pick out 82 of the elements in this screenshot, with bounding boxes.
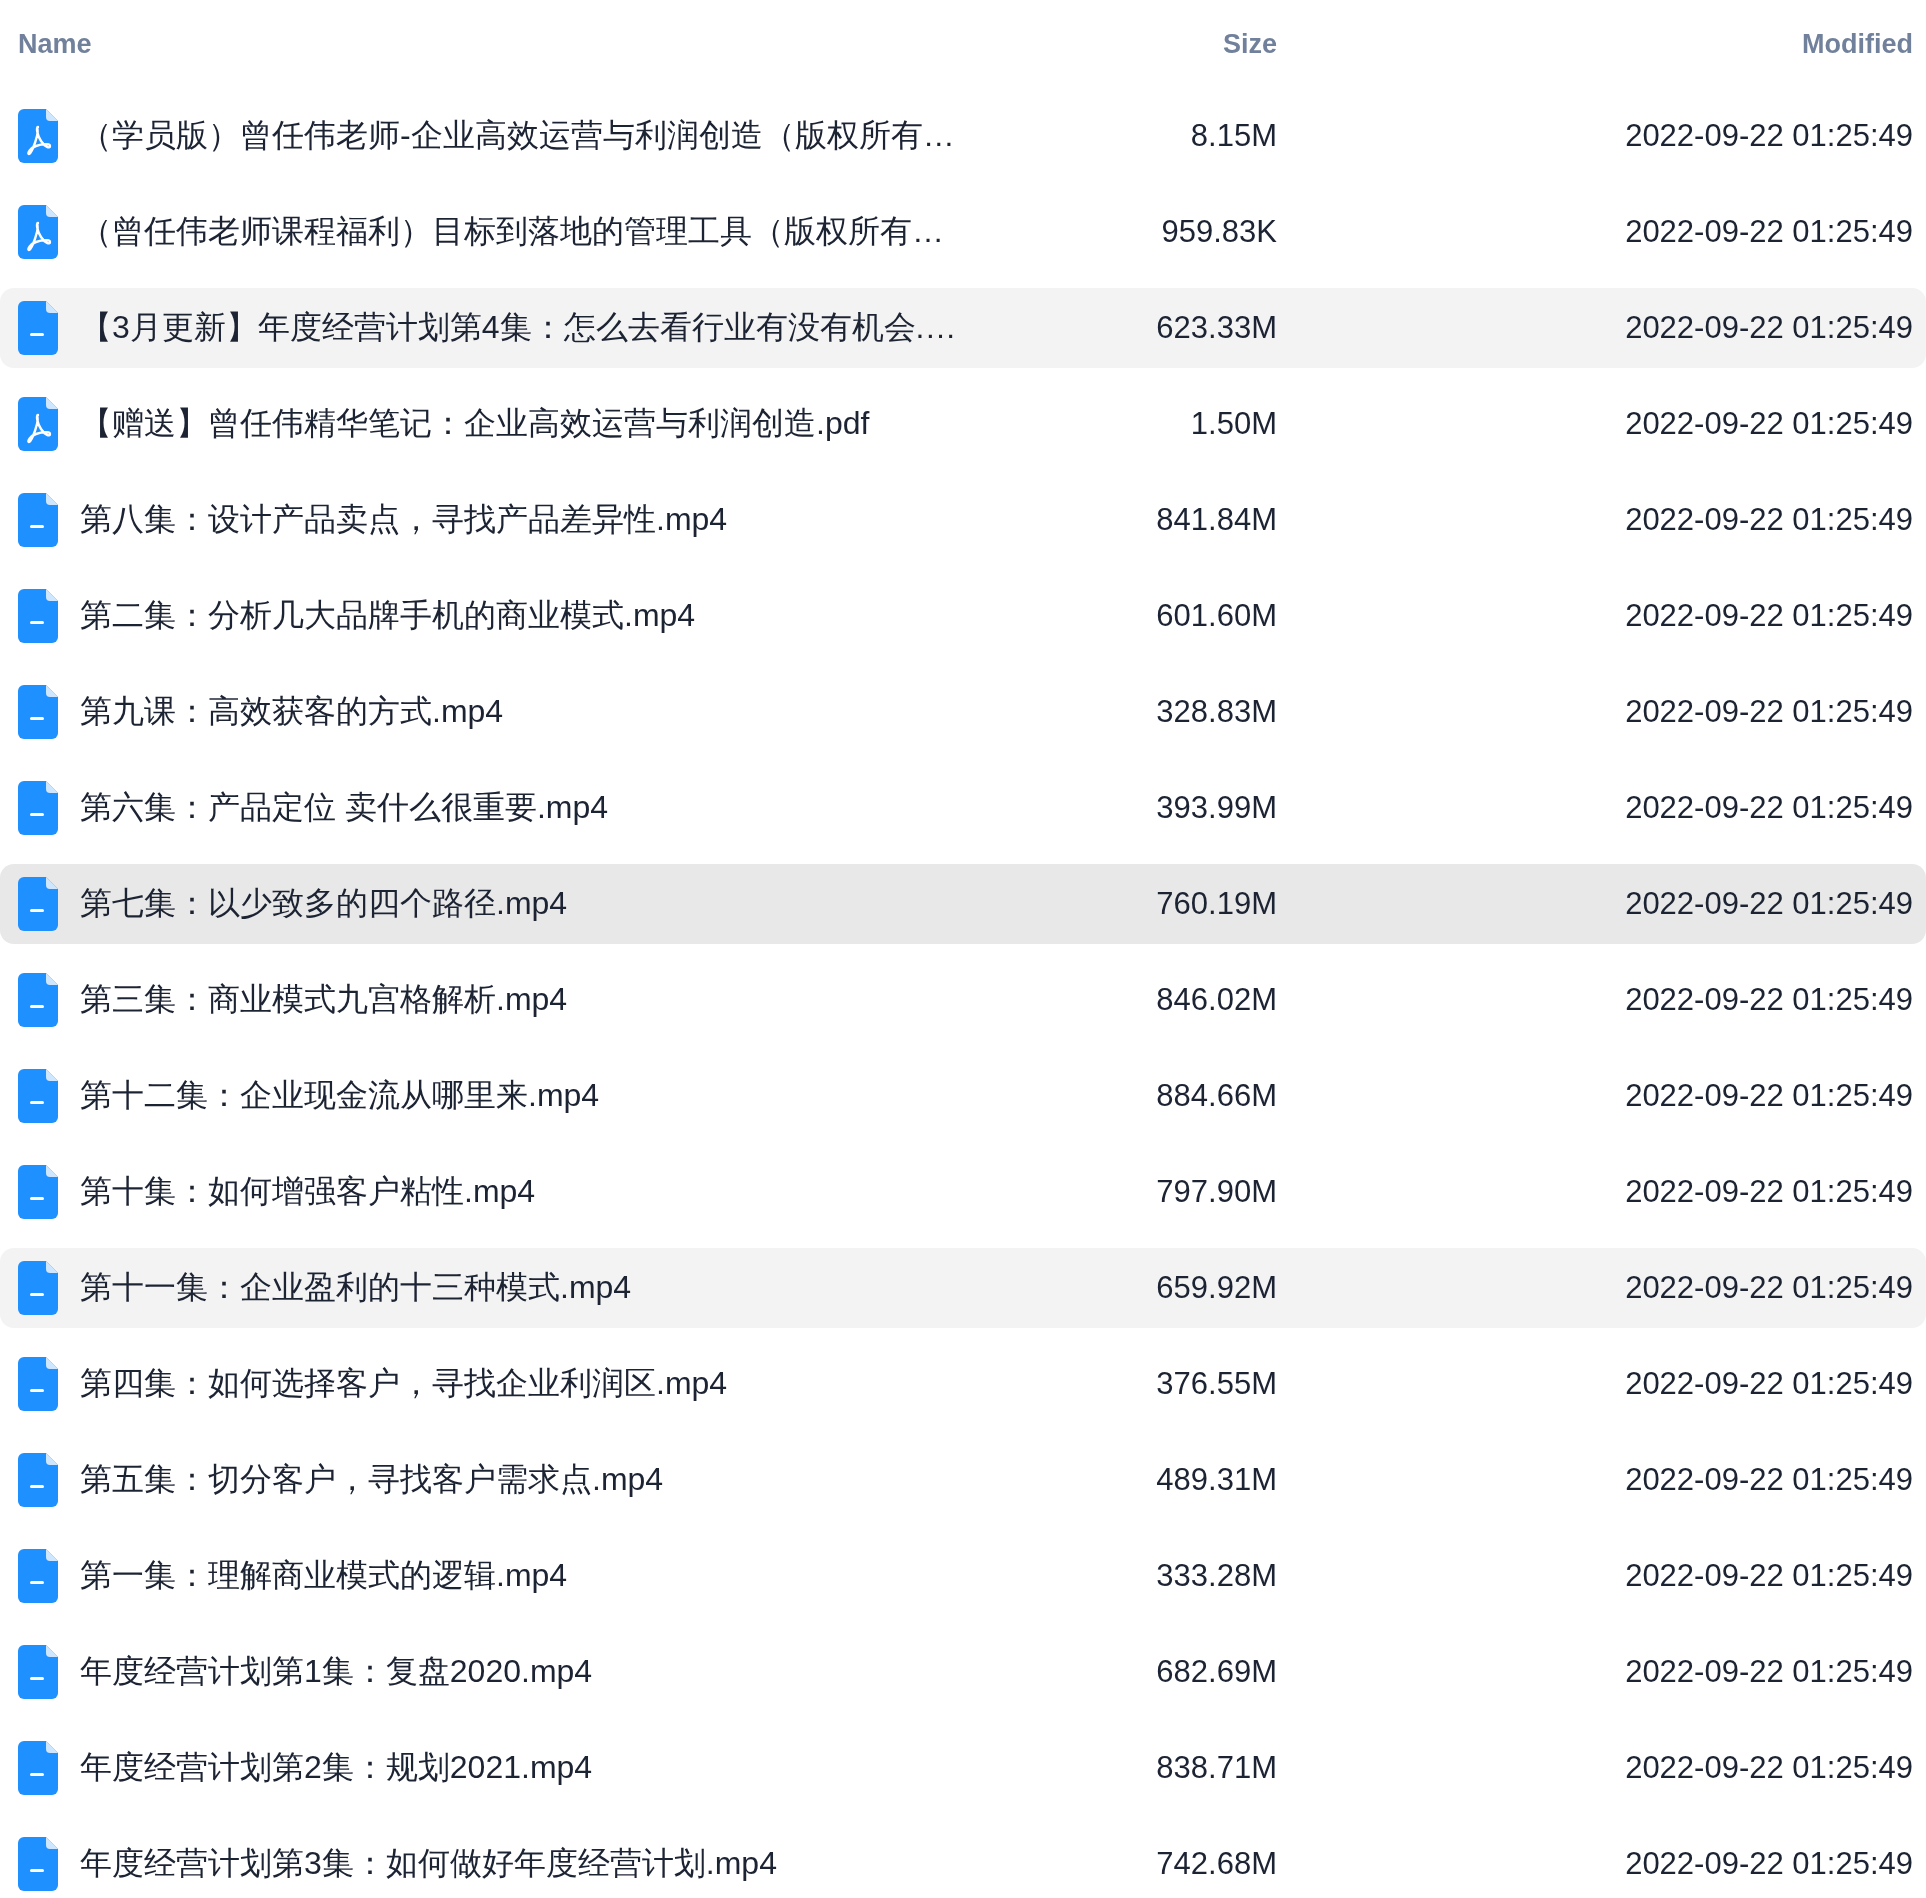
file-name: 年度经营计划第2集：规划2021.mp4 [80, 1748, 593, 1787]
modified-date: 2022-09-22 01:25:49 [1624, 598, 1913, 634]
file-name: （学员版）曾任伟老师-企业高效运营与利润创造（版权所有… [80, 116, 955, 155]
file-icon [18, 781, 58, 835]
file-name: 第十一集：企业盈利的十三种模式.mp4 [80, 1268, 632, 1307]
modified-date: 2022-09-22 01:25:49 [1624, 694, 1913, 730]
file-name: 第一集：理解商业模式的逻辑.mp4 [80, 1556, 568, 1595]
file-name: 【赠送】曾任伟精华笔记：企业高效运营与利润创造.pdf [80, 404, 870, 443]
file-row[interactable]: 第十一集：企业盈利的十三种模式.mp4 659.92M 2022-09-22 01:25:49 [0, 1248, 1926, 1328]
file-icon [18, 1837, 58, 1891]
file-icon [18, 973, 58, 1027]
file-icon [18, 877, 58, 931]
pdf-file-icon [18, 205, 58, 259]
file-icon [18, 1261, 58, 1315]
file-icon [18, 1549, 58, 1603]
file-name: 第十二集：企业现金流从哪里来.mp4 [80, 1076, 600, 1115]
file-size: 623.33M [1155, 310, 1278, 346]
modified-date: 2022-09-22 01:25:49 [1624, 886, 1913, 922]
file-name: 年度经营计划第3集：如何做好年度经营计划.mp4 [80, 1844, 777, 1883]
modified-date: 2022-09-22 01:25:49 [1624, 1366, 1913, 1402]
file-icon [18, 1453, 58, 1507]
modified-date: 2022-09-22 01:25:49 [1624, 1558, 1913, 1594]
file-size: 884.66M [1155, 1078, 1278, 1114]
modified-date: 2022-09-22 01:25:49 [1624, 982, 1913, 1018]
modified-date: 2022-09-22 01:25:49 [1624, 214, 1913, 250]
file-icon [18, 1069, 58, 1123]
file-icon [18, 301, 58, 355]
column-header[interactable]: Size [1025, 28, 1285, 60]
file-name: 第六集：产品定位 卖什么很重要.mp4 [80, 788, 609, 827]
file-row[interactable]: 【3月更新】年度经营计划第4集：怎么去看行业有没有机会.… 623.33M 2022-09-22 01:25:49 [0, 288, 1926, 368]
file-size: 328.83M [1155, 694, 1278, 730]
file-name: 第五集：切分客户，寻找客户需求点.mp4 [80, 1460, 664, 1499]
file-icon [18, 1165, 58, 1219]
pdf-file-icon [18, 397, 58, 451]
pdf-file-icon [18, 109, 58, 163]
file-name: 年度经营计划第1集：复盘2020.mp4 [80, 1652, 593, 1691]
modified-date: 2022-09-22 01:25:49 [1624, 1462, 1913, 1498]
modified-date: 2022-09-22 01:25:49 [1624, 790, 1913, 826]
modified-date: 2022-09-22 01:25:49 [1624, 406, 1913, 442]
file-icon [18, 493, 58, 547]
modified-date: 2022-09-22 01:25:49 [1624, 310, 1913, 346]
file-size: 959.83K [1160, 214, 1278, 250]
file-size: 8.15M [1189, 118, 1278, 154]
modified-date: 2022-09-22 01:25:49 [1624, 502, 1913, 538]
file-size: 846.02M [1155, 982, 1278, 1018]
file-name: 【3月更新】年度经营计划第4集：怎么去看行业有没有机会.… [80, 308, 957, 347]
file-size: 1.50M [1189, 406, 1278, 442]
modified-date: 2022-09-22 01:25:49 [1624, 1846, 1913, 1882]
file-size: 601.60M [1155, 598, 1278, 634]
file-size: 742.68M [1155, 1846, 1278, 1882]
file-size: 682.69M [1155, 1654, 1278, 1690]
file-size: 489.31M [1155, 1462, 1278, 1498]
modified-date: 2022-09-22 01:25:49 [1624, 1174, 1913, 1210]
file-size: 841.84M [1155, 502, 1278, 538]
file-size: 760.19M [1155, 886, 1278, 922]
file-icon [18, 1741, 58, 1795]
file-name: 第四集：如何选择客户，寻找企业利润区.mp4 [80, 1364, 728, 1403]
file-name: 第七集：以少致多的四个路径.mp4 [80, 884, 568, 923]
file-size: 659.92M [1155, 1270, 1278, 1306]
modified-date: 2022-09-22 01:25:49 [1624, 118, 1913, 154]
file-size: 333.28M [1155, 1558, 1278, 1594]
file-icon [18, 685, 58, 739]
file-row[interactable]: 第七集：以少致多的四个路径.mp4 760.19M 2022-09-22 01:25:49 [0, 864, 1926, 944]
modified-date: 2022-09-22 01:25:49 [1624, 1078, 1913, 1114]
file-name: 第十集：如何增强客户粘性.mp4 [80, 1172, 536, 1211]
modified-date: 2022-09-22 01:25:49 [1624, 1750, 1913, 1786]
file-size: 393.99M [1155, 790, 1278, 826]
file-icon [18, 1357, 58, 1411]
column-header[interactable]: Name [18, 28, 1025, 60]
file-size: 838.71M [1155, 1750, 1278, 1786]
file-icon [18, 589, 58, 643]
file-name: 第八集：设计产品卖点，寻找产品差异性.mp4 [80, 500, 728, 539]
modified-date: 2022-09-22 01:25:49 [1624, 1270, 1913, 1306]
file-name: （曾任伟老师课程福利）目标到落地的管理工具（版权所有… [80, 212, 944, 251]
column-header[interactable]: Modified [1285, 28, 1913, 60]
file-name: 第三集：商业模式九宫格解析.mp4 [80, 980, 568, 1019]
file-size: 797.90M [1155, 1174, 1278, 1210]
modified-date: 2022-09-22 01:25:49 [1624, 1654, 1913, 1690]
file-icon [18, 1645, 58, 1699]
file-name: 第二集：分析几大品牌手机的商业模式.mp4 [80, 596, 696, 635]
file-size: 376.55M [1155, 1366, 1278, 1402]
file-name: 第九课：高效获客的方式.mp4 [80, 692, 504, 731]
